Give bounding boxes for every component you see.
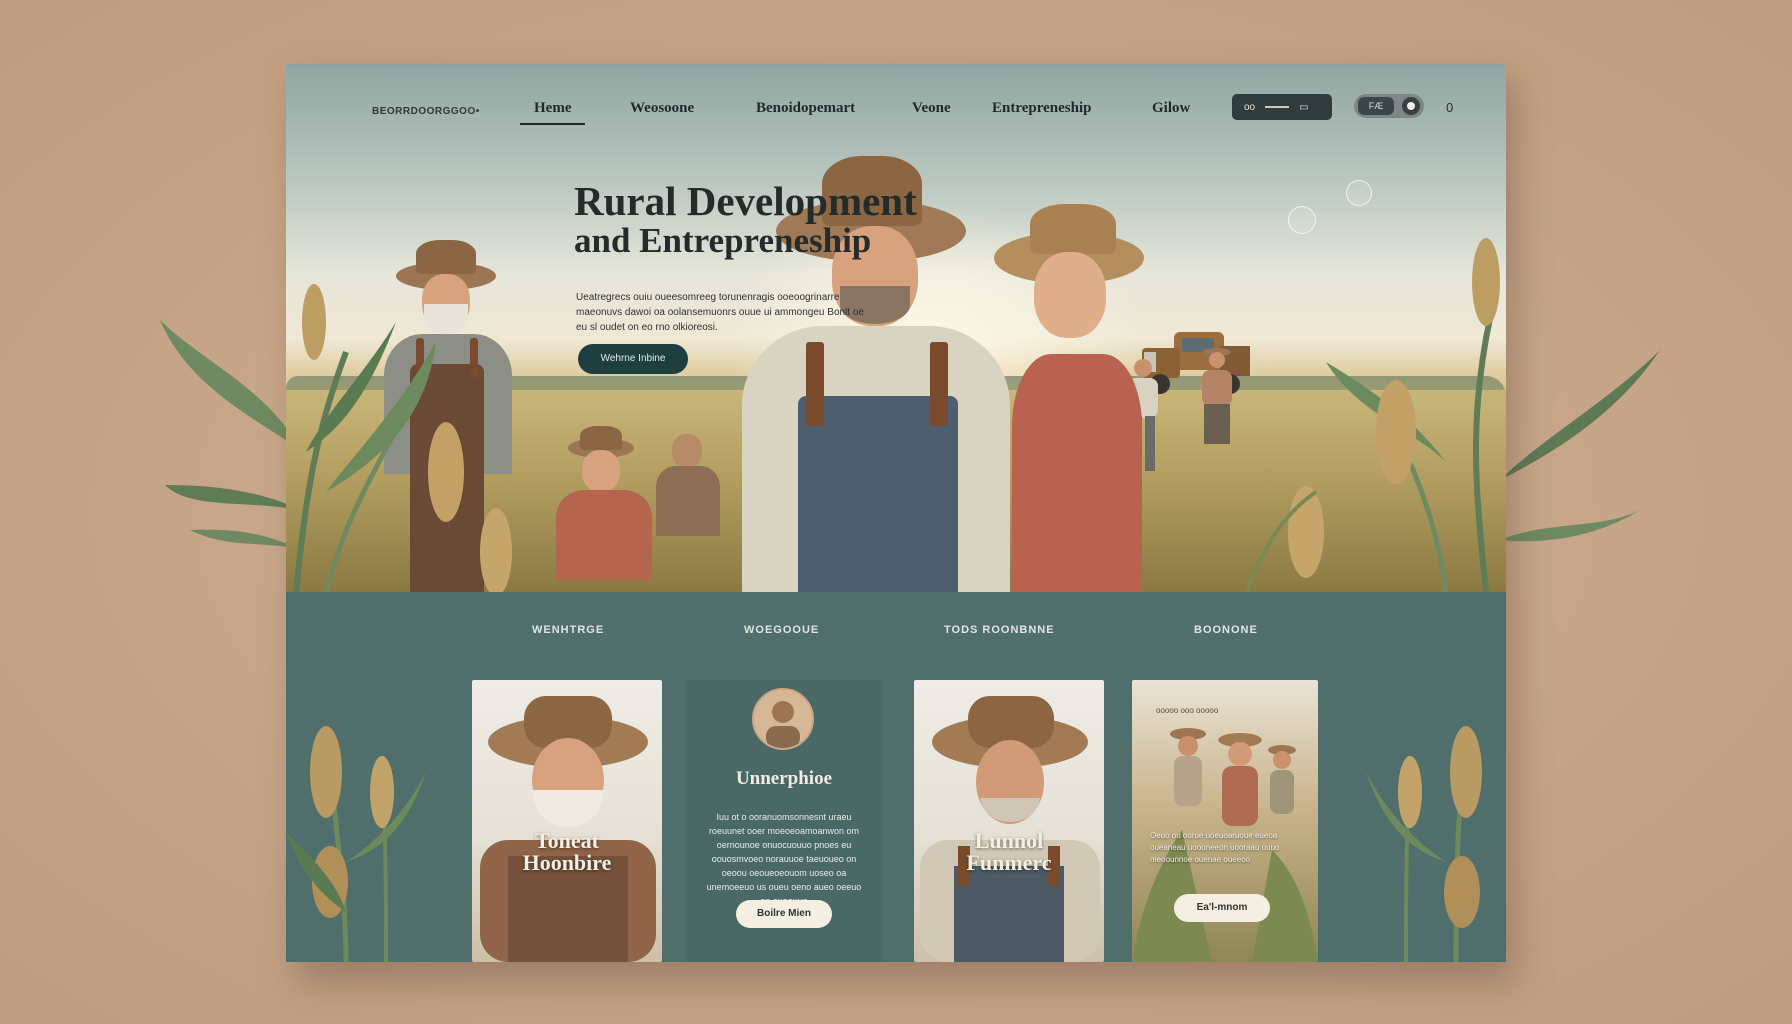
right-leaves-decoration	[1500, 350, 1660, 542]
smiling-farmer-portrait-image	[920, 696, 1100, 962]
card-4-body: Oeuo ou ourue uoeuoaruoue eueoa oueaneau…	[1150, 831, 1280, 864]
plant-decoration-left	[286, 726, 426, 962]
section-label-4[interactable]: BOONONE	[1194, 624, 1258, 636]
feature-card-2[interactable]: Unnerphioe Iuu ot o ooranuomsonnesnt ura…	[686, 680, 882, 962]
nav-item-home[interactable]: Heme	[520, 100, 586, 125]
plant-decoration-right	[1366, 726, 1506, 962]
hero-description: Ueatregrecs ouiu oueesomreeg torunenragi…	[576, 292, 864, 333]
top-navigation: BEORRDOORGGOO• Heme Weosoone Benoidopema…	[286, 64, 1506, 160]
site-logo[interactable]: BEORRDOORGGOO•	[372, 106, 480, 117]
hero-title-line2: and Entrepreneship	[574, 221, 872, 261]
card-2-body: Iuu ot o ooranuomsonnesnt uraeu roeuunet…	[706, 812, 862, 906]
nav-button-bar-icon	[1265, 106, 1290, 108]
nav-item-weosoone[interactable]: Weosoone	[630, 100, 694, 117]
feature-card-4[interactable]: ooooo ooo ooooo Oeuo ou ourue uoeuoaruou…	[1132, 680, 1318, 962]
features-section: WENHTRGE WOEGOOUE TODS ROONBNNE BOONONE	[286, 592, 1506, 962]
avatar	[752, 688, 814, 750]
hero-title: Rural Development and Entrepreneship	[574, 178, 917, 261]
avatar-face-image	[766, 701, 800, 748]
section-label-2[interactable]: WOEGOOUE	[744, 624, 819, 636]
farmer-woman-image	[976, 204, 1156, 592]
nav-item-development[interactable]: Benoidopemart	[756, 100, 855, 117]
feature-card-1[interactable]: Toneat Hoonbire	[472, 680, 662, 962]
profile-icon[interactable]: 0	[1446, 100, 1453, 115]
card-4-top-text: ooooo ooo ooooo	[1156, 706, 1219, 715]
card-4-button[interactable]: Ea'l-mnom	[1174, 894, 1270, 922]
old-farmer-portrait-image	[480, 696, 656, 962]
grass-foreground-right	[1246, 238, 1500, 592]
nav-button-label: oo	[1244, 101, 1256, 113]
left-leaves-decoration	[160, 320, 300, 550]
hero-section: BEORRDOORGGOO• Heme Weosoone Benoidopema…	[286, 64, 1506, 592]
bubble-decoration	[1346, 180, 1372, 206]
nav-item-gilow[interactable]: Gilow	[1152, 100, 1190, 117]
grass-foreground-left	[293, 284, 512, 592]
section-label-3[interactable]: TODS ROONBNNE	[944, 624, 1055, 636]
nav-button-right-icon: ▭	[1299, 101, 1309, 113]
card-2-button[interactable]: Boilre Mien	[736, 900, 832, 928]
feature-card-3[interactable]: Lunnol Funmerc	[914, 680, 1104, 962]
section-label-1[interactable]: WENHTRGE	[532, 624, 604, 636]
hero-title-line1: Rural Development	[574, 178, 917, 224]
nav-item-entrepreneurship[interactable]: Entrepreneship	[992, 100, 1091, 117]
child-image-2	[648, 424, 728, 544]
card-2-title: Unnerphioe	[735, 768, 833, 789]
farmer-figure-background	[1202, 348, 1232, 444]
card-3-overlay-text: Lunnol Funmerc	[966, 828, 1052, 875]
toggle-label: FÆ	[1358, 97, 1394, 115]
toggle-knob-icon	[1402, 97, 1420, 115]
nav-action-button[interactable]: oo ▭	[1232, 94, 1332, 120]
website-mockup: BEORRDOORGGOO• Heme Weosoone Benoidopema…	[286, 64, 1506, 962]
card-1-overlay-text: Toneat Hoonbire	[522, 828, 612, 875]
hero-cta-button[interactable]: Wehrne Inbine	[578, 344, 688, 374]
theme-toggle[interactable]: FÆ	[1354, 94, 1424, 118]
nav-item-veone[interactable]: Veone	[912, 100, 951, 117]
